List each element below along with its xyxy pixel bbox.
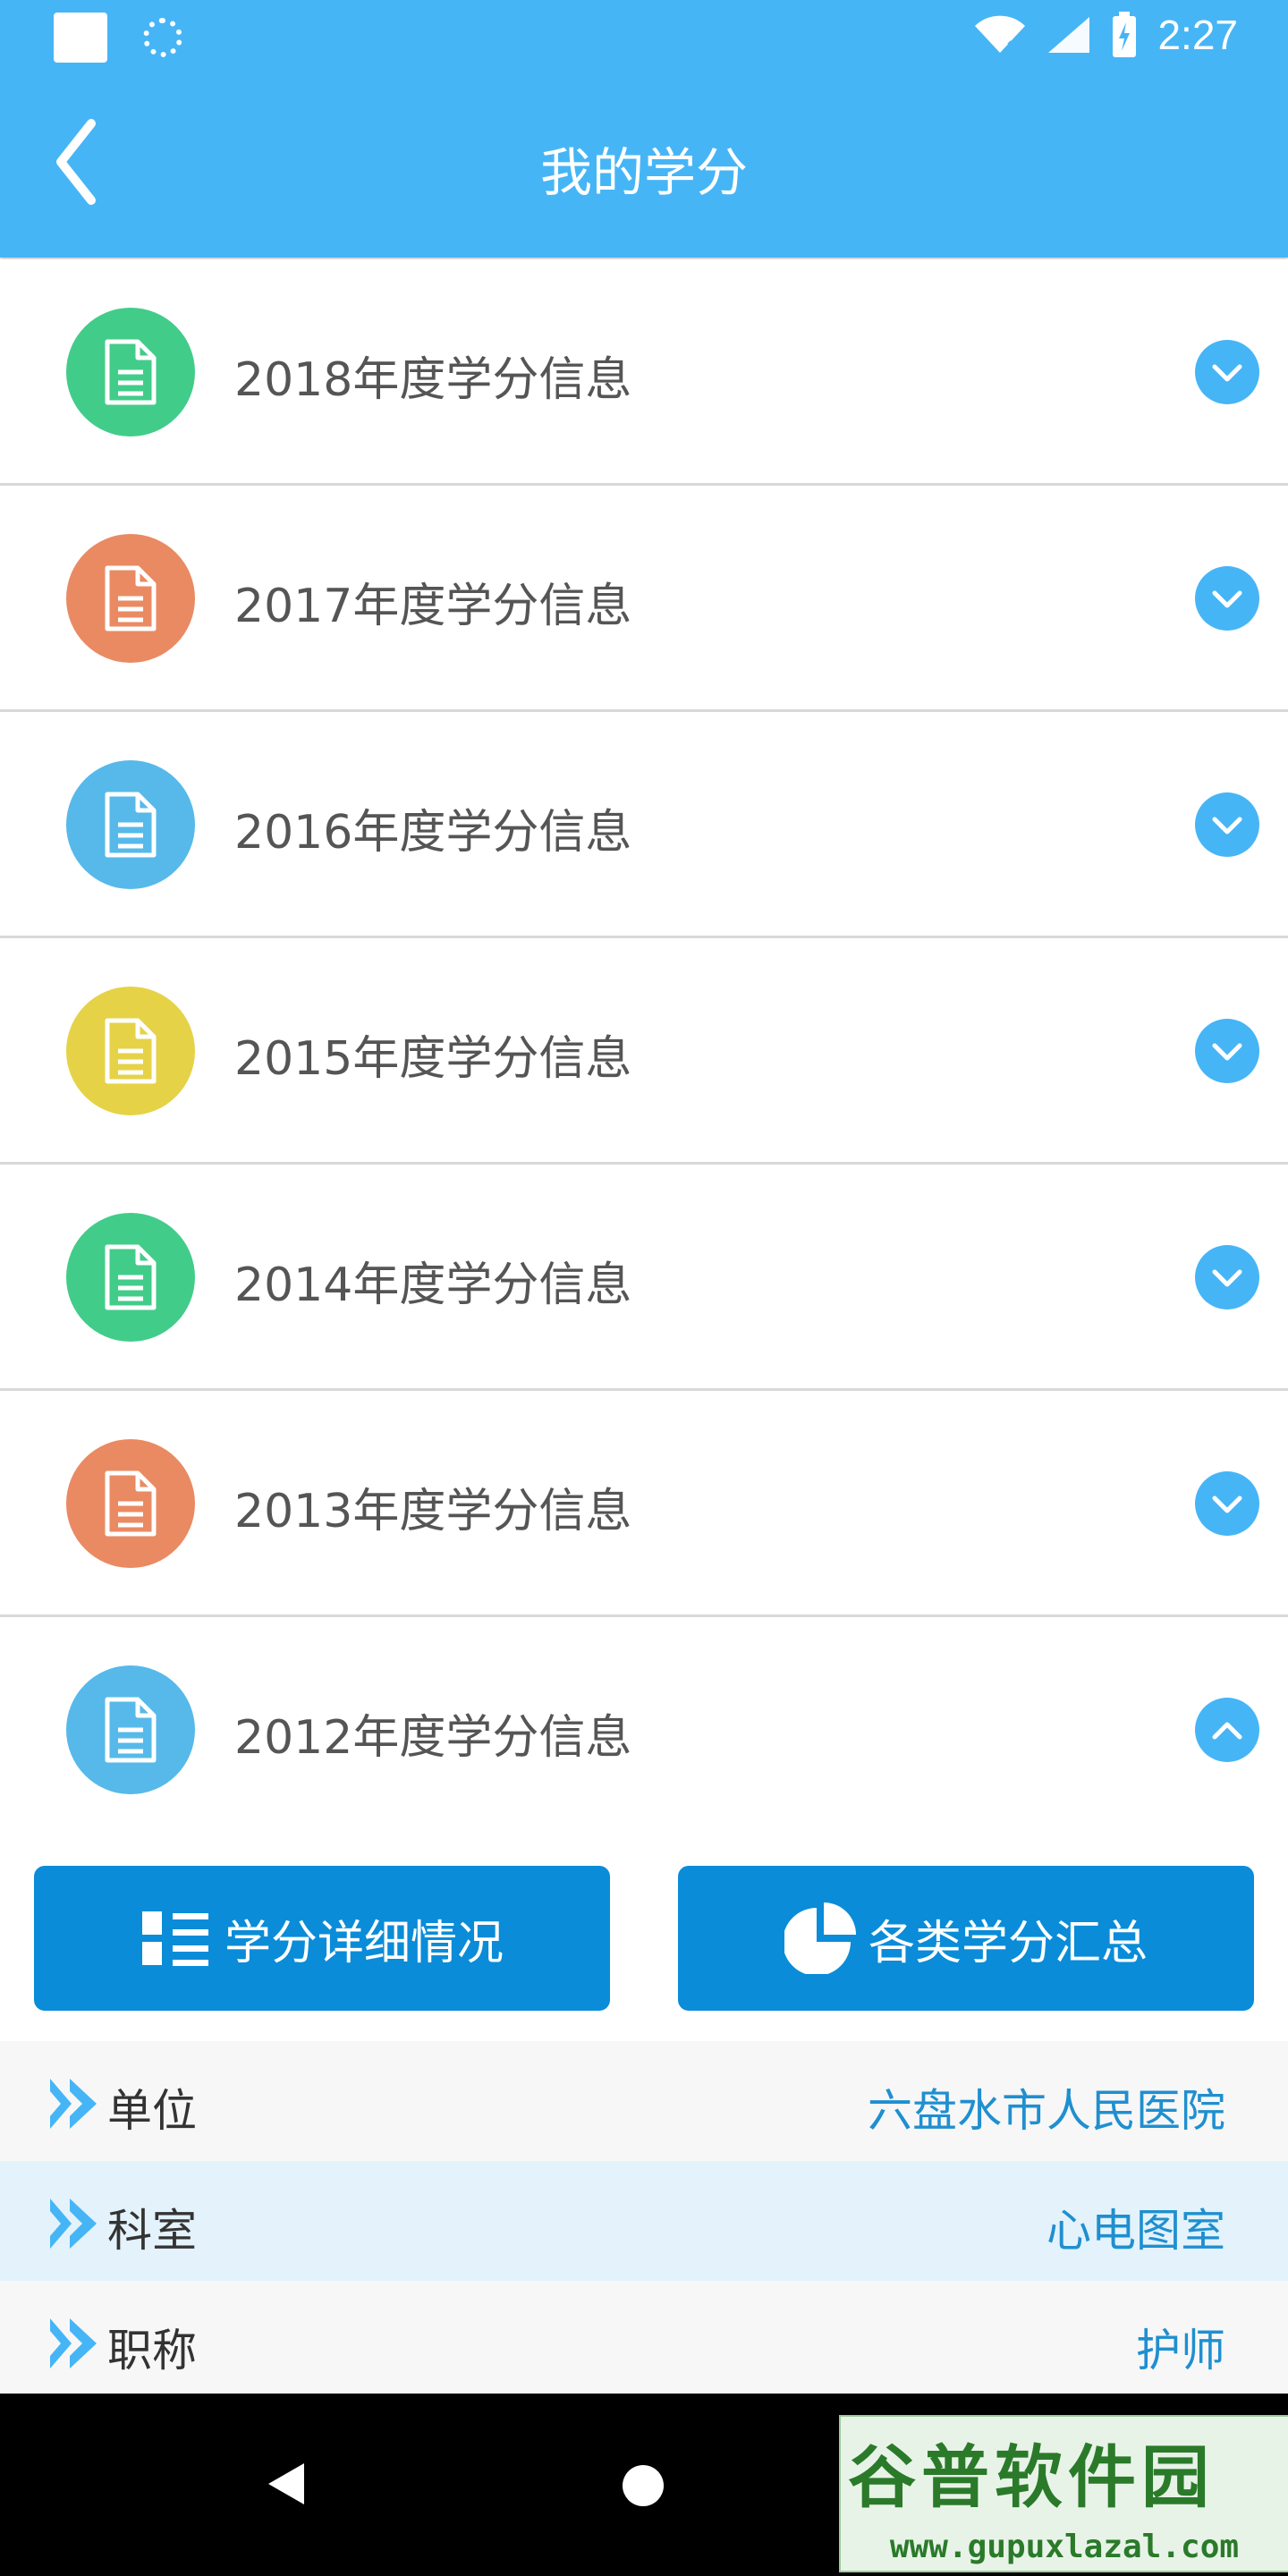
credit-year-label: 2012年度学分信息 — [234, 1711, 632, 1765]
nav-back-icon[interactable] — [267, 2462, 306, 2506]
wifi-icon — [975, 15, 1026, 55]
chevron-down-icon[interactable] — [1195, 1245, 1259, 1309]
info-row-unit: 单位 六盘水市人民医院 — [0, 2041, 1288, 2161]
info-value-department: 心电图室 — [1046, 2205, 1225, 2257]
credit-detail-label: 学分详细情况 — [224, 1916, 504, 1970]
list-icon — [141, 1911, 208, 1966]
credit-year-row[interactable]: 2017年度学分信息 — [0, 486, 1288, 712]
credit-year-row[interactable]: 2015年度学分信息 — [0, 938, 1288, 1165]
credit-year-label: 2017年度学分信息 — [234, 580, 632, 633]
info-value-title: 护师 — [1136, 2325, 1225, 2377]
chevron-down-icon[interactable] — [1195, 1019, 1259, 1083]
credit-year-label: 2018年度学分信息 — [234, 353, 632, 407]
credit-year-row[interactable]: 2018年度学分信息 — [0, 259, 1288, 486]
info-value-unit: 六盘水市人民医院 — [868, 2085, 1225, 2137]
credit-year-label: 2013年度学分信息 — [234, 1485, 632, 1538]
credit-year-label: 2014年度学分信息 — [234, 1258, 632, 1312]
nav-home-icon[interactable] — [623, 2465, 664, 2506]
info-label-department: 科室 — [107, 2205, 197, 2257]
credit-summary-label: 各类学分汇总 — [868, 1916, 1148, 1970]
document-icon — [66, 760, 195, 889]
document-icon — [66, 1213, 195, 1342]
document-icon — [66, 987, 195, 1115]
chevron-down-icon[interactable] — [1195, 1471, 1259, 1536]
credit-year-row[interactable]: 2013年度学分信息 — [0, 1391, 1288, 1617]
credit-year-row[interactable]: 2016年度学分信息 — [0, 712, 1288, 938]
watermark-logo: 谷普软件园 www.gupuxlazal.com — [839, 2415, 1288, 2572]
credit-year-list: 2018年度学分信息 2017年度学分信息 2016年度学分信息 2015年度学分信息… — [0, 259, 1288, 1843]
double-arrow-icon — [50, 2079, 97, 2129]
document-icon — [66, 534, 195, 663]
signal-icon — [1048, 17, 1090, 53]
credit-summary-button[interactable]: 各类学分汇总 — [678, 1866, 1254, 2011]
watermark-url: www.gupuxlazal.com — [889, 2529, 1240, 2565]
notification-icon — [54, 13, 107, 63]
clock: 2:27 — [1157, 12, 1238, 58]
info-row-department: 科室 心电图室 — [0, 2161, 1288, 2281]
watermark-title: 谷普软件园 — [848, 2437, 1215, 2517]
document-icon — [66, 308, 195, 436]
credit-year-label: 2015年度学分信息 — [234, 1032, 632, 1086]
info-label-title: 职称 — [107, 2325, 197, 2377]
chevron-down-icon[interactable] — [1195, 792, 1259, 857]
pie-chart-icon — [784, 1902, 856, 1974]
double-arrow-icon — [50, 2318, 97, 2368]
sync-icon — [143, 18, 182, 57]
status-bar: 2:27 — [0, 0, 1288, 77]
chevron-down-icon[interactable] — [1195, 566, 1259, 631]
credit-detail-button[interactable]: 学分详细情况 — [34, 1866, 610, 2011]
action-bar: 学分详细情况 各类学分汇总 — [0, 1839, 1288, 2041]
credit-year-row[interactable]: 2012年度学分信息 — [0, 1617, 1288, 1843]
battery-icon — [1113, 12, 1137, 57]
document-icon — [66, 1665, 195, 1794]
chevron-up-icon[interactable] — [1195, 1698, 1259, 1762]
document-icon — [66, 1439, 195, 1568]
info-row-title: 职称 护师 — [0, 2281, 1288, 2401]
credit-year-label: 2016年度学分信息 — [234, 806, 632, 860]
credit-year-row[interactable]: 2014年度学分信息 — [0, 1165, 1288, 1391]
app-bar: 我的学分 — [0, 77, 1288, 258]
info-label-unit: 单位 — [107, 2085, 197, 2137]
chevron-down-icon[interactable] — [1195, 340, 1259, 404]
page-title: 我的学分 — [539, 142, 748, 203]
double-arrow-icon — [50, 2199, 97, 2249]
